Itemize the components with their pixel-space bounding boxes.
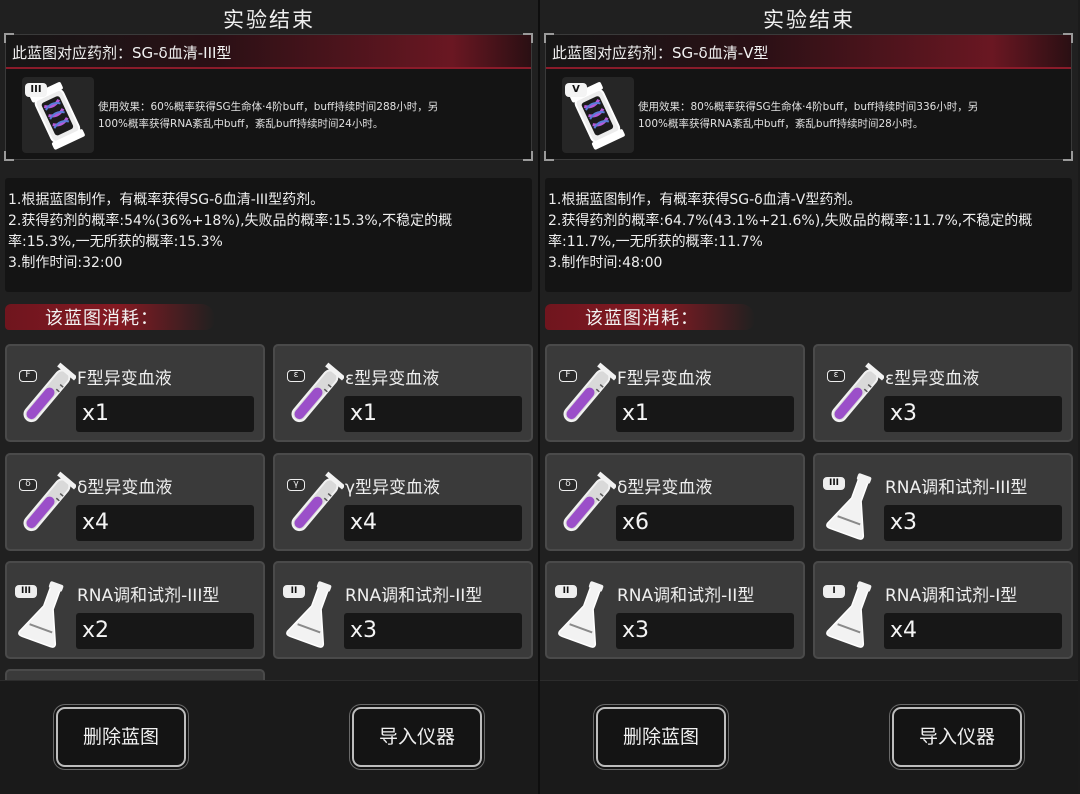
material-name: RNA调和试剂-I型: [885, 586, 1018, 606]
material-type-badge: III: [823, 477, 845, 490]
info-line: 3.制作时间:32:00: [8, 255, 123, 271]
material-card[interactable]: III RNA调和试剂-III型 x2: [5, 561, 265, 659]
page-title: 实验结束: [763, 8, 855, 32]
delete-blueprint-button[interactable]: 删除蓝图: [596, 707, 726, 767]
material-qty: x6: [616, 505, 794, 541]
serum-tier-badge: V: [565, 83, 587, 97]
effect-line: 100%概率获得RNA紊乱中buff，紊乱buff持续时间28小时。: [638, 118, 924, 130]
blueprint-effect: 使用效果：60%概率获得SG生命体·4阶buff，buff持续时间288小时，另…: [98, 99, 530, 133]
material-name: δ型异变血液: [617, 478, 713, 498]
info-line: 率:11.7%,一无所获的概率:11.7%: [548, 234, 763, 250]
material-qty: x4: [884, 613, 1062, 649]
material-qty: x3: [616, 613, 794, 649]
material-type-badge: γ: [287, 479, 305, 491]
material-qty: x3: [884, 505, 1062, 541]
material-type-badge: I: [823, 585, 845, 598]
material-name: γ型异变血液: [345, 478, 441, 498]
material-type-badge: F: [19, 370, 37, 382]
frame-corner: [523, 151, 533, 161]
material-type-badge: II: [283, 585, 305, 598]
cost-section-label: 该蓝图消耗：: [5, 300, 225, 334]
material-qty: x2: [76, 613, 254, 649]
blood-tube-icon: [554, 465, 616, 541]
blueprint-title: 此蓝图对应药剂：SG-δ血清-III型: [12, 44, 232, 62]
serum-tier-badge: III: [25, 83, 47, 97]
material-qty: x3: [344, 613, 522, 649]
material-qty: x1: [616, 396, 794, 432]
material-name: F型异变血液: [77, 369, 172, 389]
blood-tube-icon: [282, 356, 344, 432]
material-card[interactable]: δ δ型异变血液 x6: [545, 453, 805, 551]
blueprint-card: 此蓝图对应药剂：SG-δ血清-V型 V 使用效果：80%概率获得SG生命体·4阶…: [544, 33, 1073, 161]
delete-blueprint-button[interactable]: 删除蓝图: [56, 707, 186, 767]
info-line: 2.获得药剂的概率:54%(36%+18%),失败品的概率:15.3%,不稳定的…: [8, 213, 453, 229]
blood-tube-icon: [822, 356, 884, 432]
info-line: 1.根据蓝图制作，有概率获得SG-δ血清-III型药剂。: [8, 192, 325, 208]
page-title: 实验结束: [223, 8, 315, 32]
blood-tube-icon: [14, 356, 76, 432]
blueprint-panel-right: 实验结束 此蓝图对应药剂：SG-δ血清-V型 V 使用效果：80%概率获得SG生…: [540, 0, 1078, 794]
action-bar: 删除蓝图 导入仪器: [540, 680, 1078, 794]
blueprint-info: 1.根据蓝图制作，有概率获得SG-δ血清-V型药剂。 2.获得药剂的概率:64.…: [545, 178, 1072, 292]
material-card[interactable]: I RNA调和试剂-I型 x4: [813, 561, 1073, 659]
blueprint-header: 此蓝图对应药剂：SG-δ血清-V型: [546, 35, 1071, 69]
effect-line: 使用效果：60%概率获得SG生命体·4阶buff，buff持续时间288小时，另: [98, 101, 439, 113]
material-type-badge: II: [555, 585, 577, 598]
material-qty: x3: [884, 396, 1062, 432]
import-instrument-button[interactable]: 导入仪器: [892, 707, 1022, 767]
material-qty: x4: [344, 505, 522, 541]
import-instrument-button[interactable]: 导入仪器: [352, 707, 482, 767]
cost-section-label: 该蓝图消耗：: [545, 300, 765, 334]
material-type-badge: III: [15, 585, 37, 598]
blueprint-effect: 使用效果：80%概率获得SG生命体·4阶buff，buff持续时间336小时，另…: [638, 99, 1070, 133]
material-type-badge: ε: [287, 370, 305, 382]
material-name: RNA调和试剂-II型: [617, 586, 755, 606]
material-card[interactable]: ε ε型异变血液 x3: [813, 344, 1073, 442]
material-card[interactable]: II RNA调和试剂-II型 x3: [545, 561, 805, 659]
frame-corner: [1063, 151, 1073, 161]
cost-label-text: 该蓝图消耗：: [585, 308, 699, 329]
info-line: 2.获得药剂的概率:64.7%(43.1%+21.6%),失败品的概率:11.7…: [548, 213, 1033, 229]
frame-corner: [4, 151, 14, 161]
material-qty: x4: [76, 505, 254, 541]
blood-tube-icon: [282, 465, 344, 541]
blood-tube-icon: [14, 465, 76, 541]
blueprint-panel-left: 实验结束 此蓝图对应药剂：SG-δ血清-III型 III 使用效果：60%概率获…: [0, 0, 538, 794]
material-card[interactable]: F F型异变血液 x1: [545, 344, 805, 442]
blood-tube-icon: [554, 356, 616, 432]
effect-line: 使用效果：80%概率获得SG生命体·4阶buff，buff持续时间336小时，另: [638, 101, 979, 113]
info-line: 率:15.3%,一无所获的概率:15.3%: [8, 234, 223, 250]
material-qty: x1: [344, 396, 522, 432]
serum-item-tile[interactable]: V: [562, 77, 634, 153]
blueprint-title: 此蓝图对应药剂：SG-δ血清-V型: [552, 44, 769, 62]
material-name: F型异变血液: [617, 369, 712, 389]
material-name: ε型异变血液: [345, 369, 440, 389]
blueprint-header: 此蓝图对应药剂：SG-δ血清-III型: [6, 35, 531, 69]
material-card[interactable]: δ δ型异变血液 x4: [5, 453, 265, 551]
material-card[interactable]: γ γ型异变血液 x4: [273, 453, 533, 551]
material-type-badge: δ: [19, 479, 37, 491]
material-qty: x1: [76, 396, 254, 432]
material-type-badge: δ: [559, 479, 577, 491]
serum-item-tile[interactable]: III: [22, 77, 94, 153]
material-card[interactable]: II RNA调和试剂-II型 x3: [273, 561, 533, 659]
blueprint-info: 1.根据蓝图制作，有概率获得SG-δ血清-III型药剂。 2.获得药剂的概率:5…: [5, 178, 532, 292]
info-line: 1.根据蓝图制作，有概率获得SG-δ血清-V型药剂。: [548, 192, 862, 208]
material-card[interactable]: F F型异变血液 x1: [5, 344, 265, 442]
frame-corner: [544, 151, 554, 161]
material-name: RNA调和试剂-II型: [345, 586, 483, 606]
material-card[interactable]: III RNA调和试剂-III型 x3: [813, 453, 1073, 551]
material-name: RNA调和试剂-III型: [77, 586, 220, 606]
cost-label-text: 该蓝图消耗：: [45, 308, 159, 329]
action-bar: 删除蓝图 导入仪器: [0, 680, 538, 794]
material-card[interactable]: ε ε型异变血液 x1: [273, 344, 533, 442]
material-type-badge: ε: [827, 370, 845, 382]
material-type-badge: F: [559, 370, 577, 382]
blueprint-card: 此蓝图对应药剂：SG-δ血清-III型 III 使用效果：60%概率获得SG生命…: [4, 33, 533, 161]
effect-line: 100%概率获得RNA紊乱中buff，紊乱buff持续时间24小时。: [98, 118, 384, 130]
material-name: ε型异变血液: [885, 369, 980, 389]
material-name: RNA调和试剂-III型: [885, 478, 1028, 498]
info-line: 3.制作时间:48:00: [548, 255, 663, 271]
material-name: δ型异变血液: [77, 478, 173, 498]
